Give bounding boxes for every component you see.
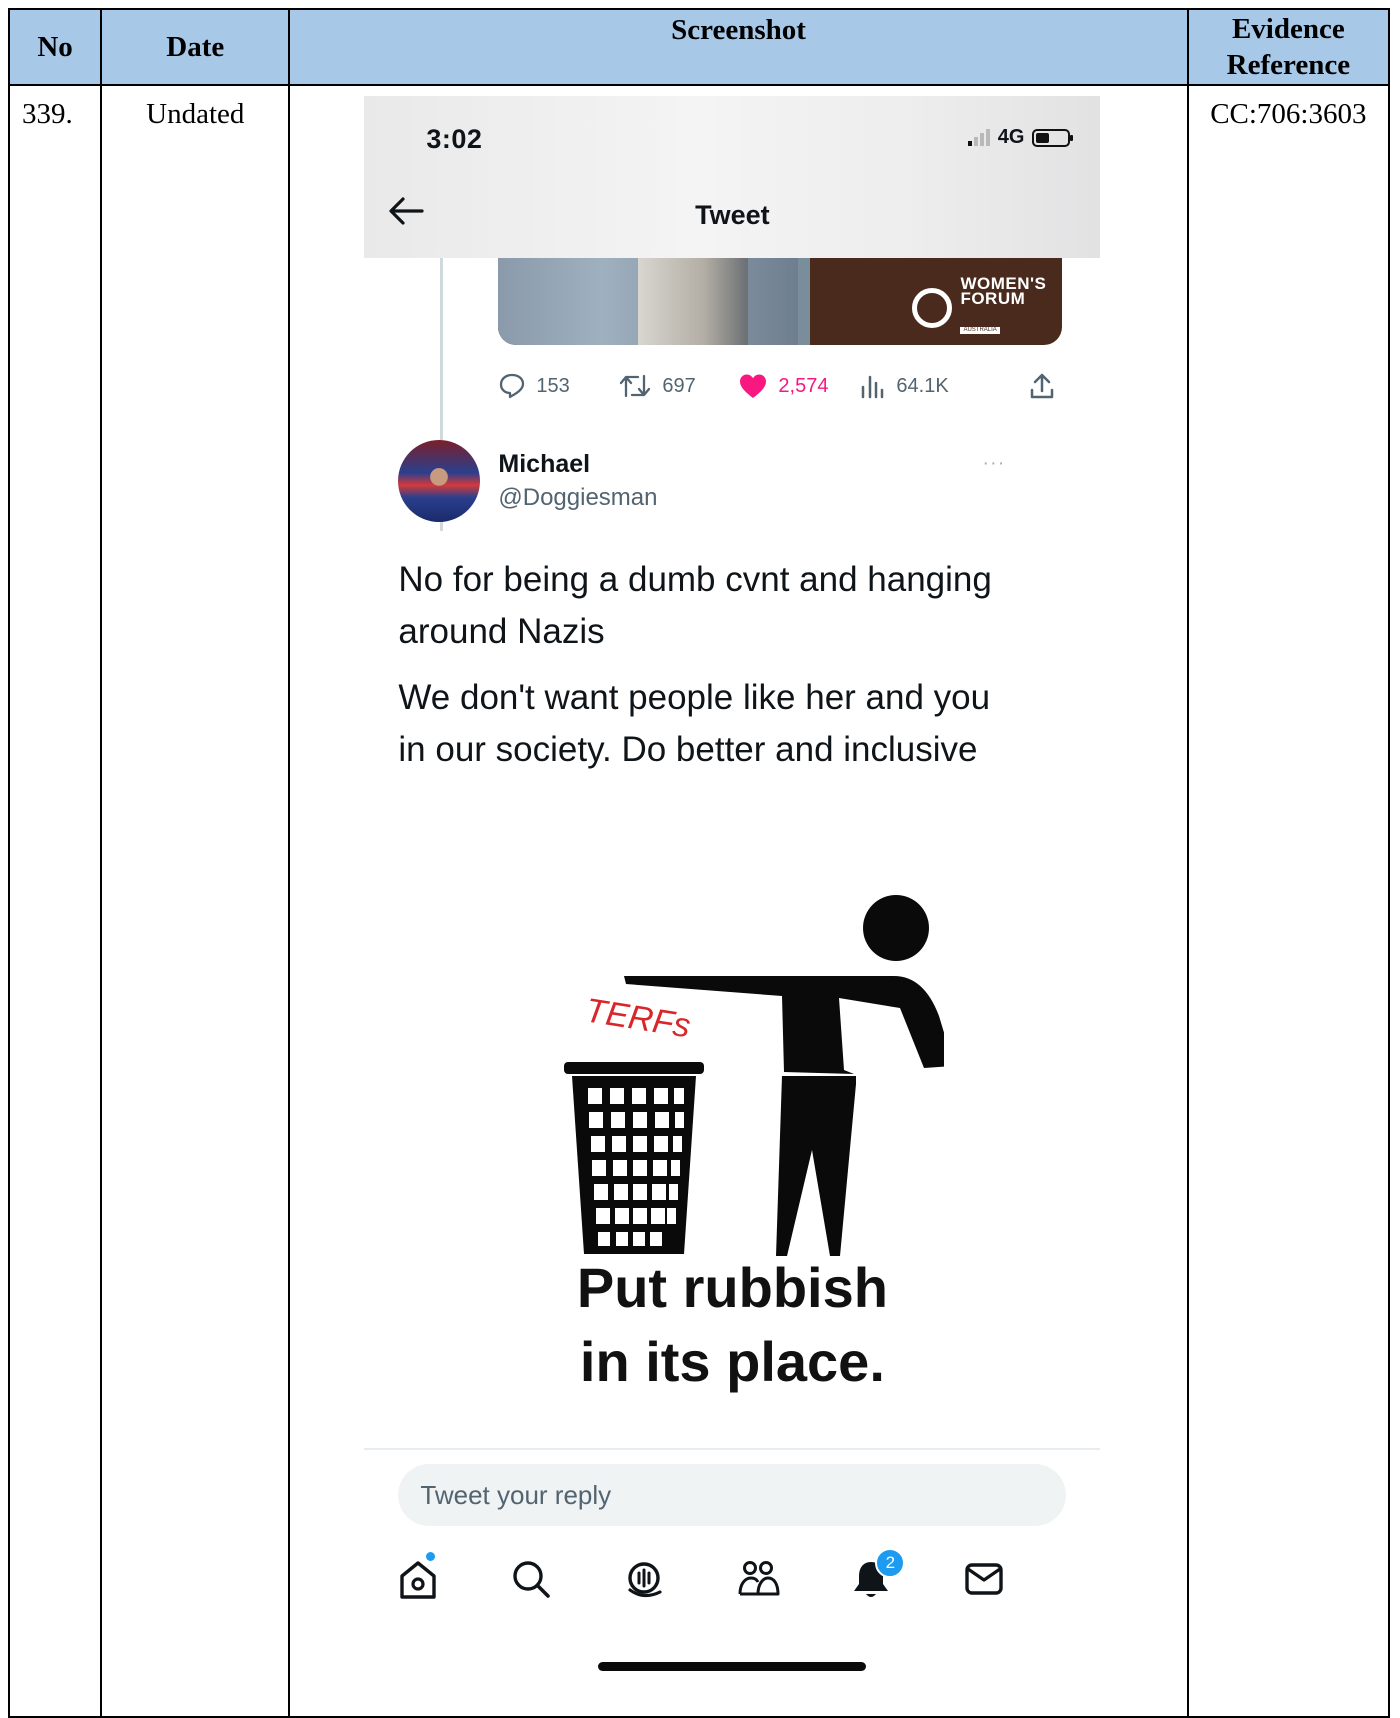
tab-communities[interactable] <box>736 1556 786 1606</box>
header-evidence-reference: Evidence Reference <box>1186 8 1391 86</box>
reply-placeholder: Tweet your reply <box>420 1480 612 1510</box>
figure-legs <box>776 1076 857 1256</box>
retweet-stat[interactable]: 697 <box>618 366 696 406</box>
notification-badge: 2 <box>875 1548 906 1578</box>
screenshot-cell: 3:02 4G Tweet WOMEN'S FORUM AUSTRALIA 15… <box>288 84 1189 1718</box>
messages-icon <box>965 1563 1004 1595</box>
tweet-text-line4: in our society. Do better and inclusive <box>398 730 978 769</box>
views-stat[interactable]: 64.1K <box>860 366 949 406</box>
reply-stat[interactable]: 153 <box>498 366 570 406</box>
evidence-table: No Date Screenshot Evidence Reference 33… <box>7 8 1391 1718</box>
spaces-icon <box>628 1562 662 1598</box>
author-handle[interactable]: @Doggiesman <box>498 484 657 512</box>
tweet-text-line2: around Nazis <box>398 612 605 651</box>
tab-messages[interactable] <box>962 1556 1012 1606</box>
author-name[interactable]: Michael <box>498 450 590 479</box>
media-shirt-region <box>638 258 749 345</box>
header-date: Date <box>100 8 291 86</box>
status-indicators: 4G <box>967 126 1074 149</box>
meme-label: TERFs <box>583 991 693 1045</box>
header-row: No Date Screenshot Evidence Reference <box>7 8 1391 86</box>
share-icon <box>1031 373 1054 399</box>
logo-ring-icon <box>912 287 953 328</box>
logo-line2: FORUM <box>960 289 1026 308</box>
row-number: 339. <box>7 84 103 1718</box>
tweet-text-line3: We don't want people like her and you <box>398 678 991 717</box>
figure-head <box>863 895 930 961</box>
meme-caption-line2: in its place. <box>579 1330 885 1393</box>
reply-divider <box>364 1448 1101 1450</box>
header-evidence-line1: Evidence <box>1231 13 1345 45</box>
nav-title: Tweet <box>695 200 770 230</box>
meme-caption-line1: Put rubbish <box>576 1256 888 1319</box>
row-evidence-reference: CC:706:3603 <box>1186 84 1391 1718</box>
retweet-icon <box>620 374 651 398</box>
header-screenshot: Screenshot <box>288 8 1189 86</box>
avatar[interactable] <box>398 440 481 522</box>
views-icon <box>862 375 884 399</box>
status-time: 3:02 <box>426 124 483 154</box>
like-count: 2,574 <box>778 374 829 397</box>
logo-line3: AUSTRALIA <box>960 327 1000 334</box>
womens-forum-logo: WOMEN'S FORUM AUSTRALIA <box>912 275 1046 339</box>
phone-header: 3:02 4G Tweet <box>364 96 1101 258</box>
media-divider <box>798 258 811 345</box>
tab-bar: 2 <box>364 1548 1100 1626</box>
retweet-count: 697 <box>662 374 696 397</box>
header-evidence-line2: Reference <box>1226 49 1351 81</box>
tab-spaces[interactable] <box>622 1556 672 1606</box>
views-count: 64.1K <box>896 374 949 397</box>
phone-screenshot: 3:02 4G Tweet WOMEN'S FORUM AUSTRALIA 15… <box>364 96 1101 1712</box>
tweet-media-image[interactable]: WOMEN'S FORUM AUSTRALIA <box>498 258 1063 345</box>
header-no: No <box>7 8 103 86</box>
search-icon <box>513 1561 551 1598</box>
reply-icon <box>500 373 525 399</box>
share-stat[interactable] <box>1028 366 1056 406</box>
engagement-stats: 153 697 2,574 64.1K <box>498 366 1068 406</box>
header-screenshot-label: Screenshot <box>671 14 806 46</box>
reply-count: 153 <box>536 374 570 397</box>
tweet-text-line1: No for being a dumb cvnt and hanging <box>398 560 992 599</box>
battery-icon <box>1032 128 1074 147</box>
tab-notifications[interactable]: 2 <box>849 1548 906 1606</box>
table-row: 339. Undated 3:02 4G Tweet WOMEN'S FORUM… <box>7 84 1391 1718</box>
row-date: Undated <box>100 84 291 1718</box>
heart-icon <box>740 374 767 398</box>
like-stat[interactable]: 2,574 <box>738 366 828 406</box>
home-icon <box>400 1561 437 1599</box>
reply-input[interactable]: Tweet your reply <box>398 1464 1067 1526</box>
trash-bin-icon <box>564 1062 705 1254</box>
signal-icon <box>967 128 990 146</box>
more-options-icon[interactable]: ··· <box>982 452 1005 475</box>
home-indicator[interactable] <box>598 1662 867 1671</box>
communities-icon <box>738 1561 780 1596</box>
tab-search[interactable] <box>509 1556 559 1606</box>
network-label: 4G <box>997 126 1025 148</box>
tab-home[interactable] <box>396 1552 446 1606</box>
